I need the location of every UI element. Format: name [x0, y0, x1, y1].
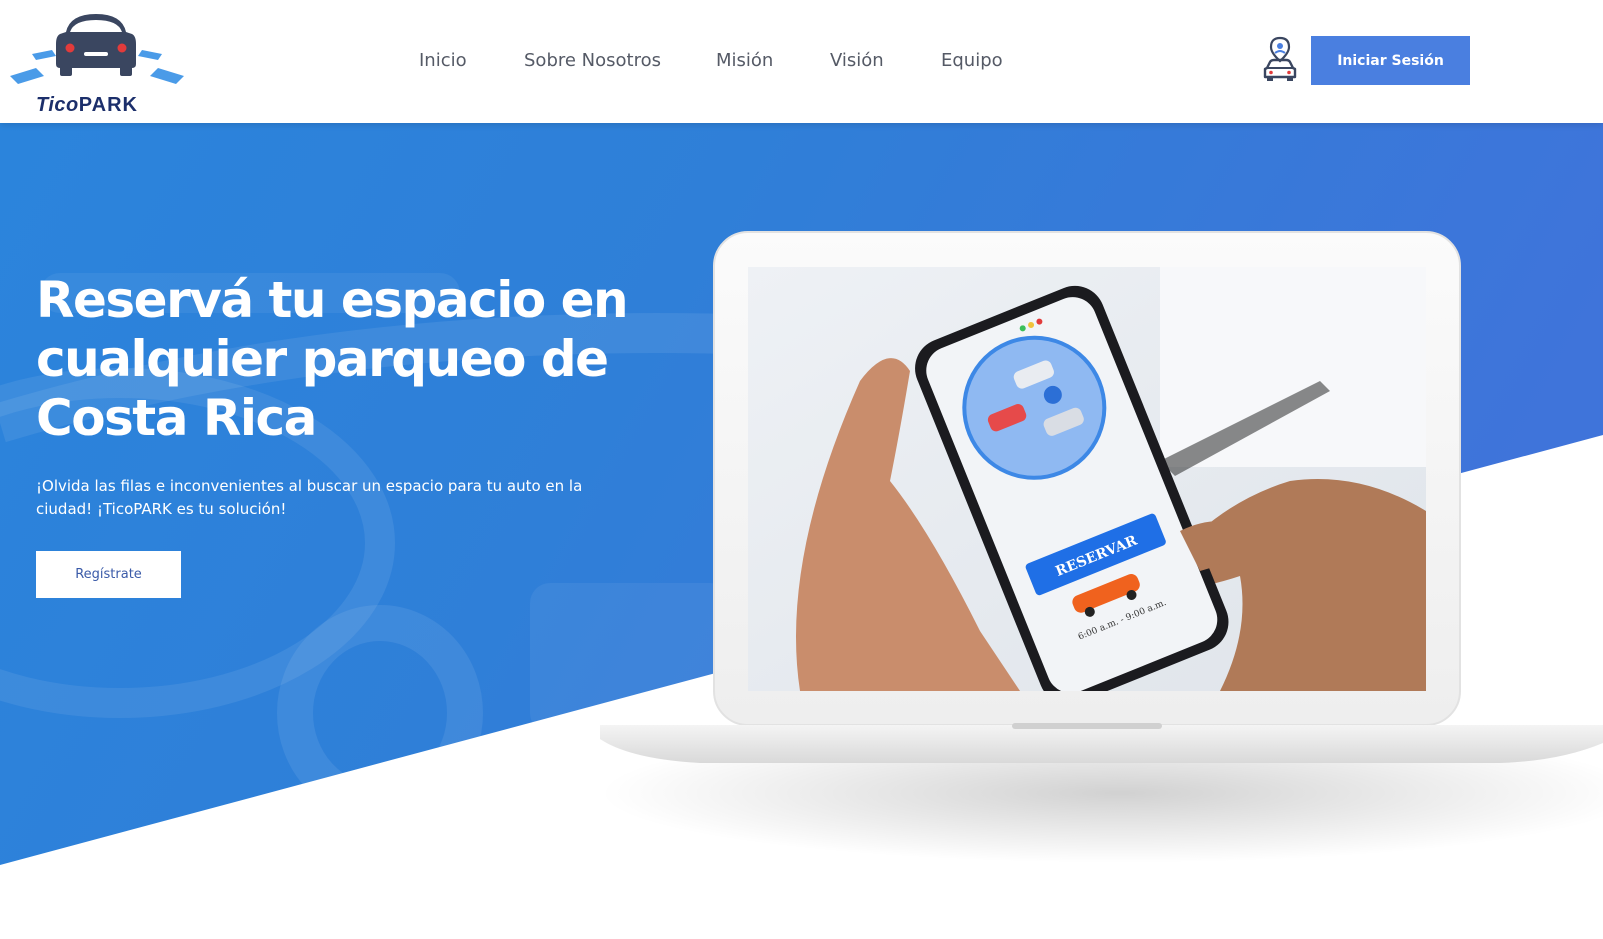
- nav-item-mision[interactable]: Misión: [716, 50, 773, 71]
- site-header: TicoPARK Inicio Sobre Nosotros Misión Vi…: [0, 0, 1603, 123]
- nav-item-equipo[interactable]: Equipo: [941, 50, 1003, 71]
- login-button[interactable]: Iniciar Sesión: [1311, 36, 1470, 85]
- hero-section: Reservá tu espacio en cualquier parqueo …: [0, 123, 1603, 939]
- user-location-car-icon[interactable]: [1260, 36, 1300, 82]
- hero-description: ¡Olvida las filas e inconvenientes al bu…: [36, 477, 583, 518]
- nav-item-vision[interactable]: Visión: [830, 50, 884, 71]
- hero-title: Reservá tu espacio en cualquier parqueo …: [36, 271, 629, 447]
- nav-item-sobre-nosotros[interactable]: Sobre Nosotros: [524, 50, 661, 71]
- logo-wordmark-park: PARK: [78, 94, 138, 116]
- register-button[interactable]: Regístrate: [36, 551, 181, 598]
- logo-wordmark-tico: Tico: [36, 94, 79, 116]
- logo-wordmark: TicoPARK: [36, 94, 138, 117]
- laptop-mockup-image: RESERVAR 6:00 a.m. - 9:00 a.m.: [600, 231, 1603, 763]
- nav-item-inicio[interactable]: Inicio: [419, 50, 467, 71]
